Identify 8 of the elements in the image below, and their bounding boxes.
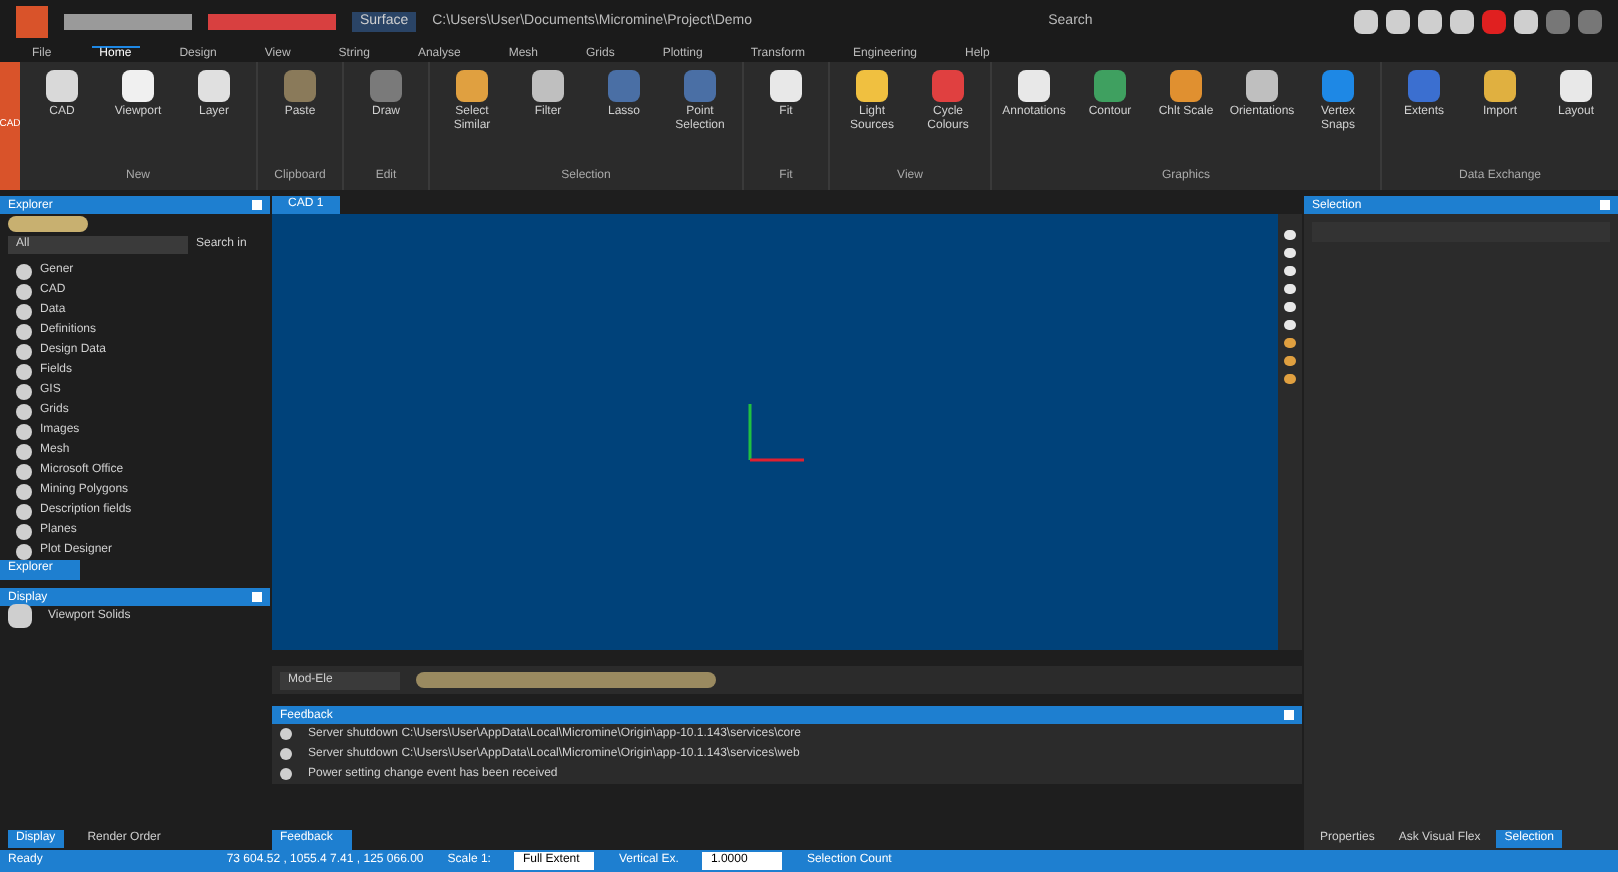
flag-icon — [1482, 10, 1506, 34]
pin-icon[interactable] — [252, 200, 262, 210]
viewport[interactable] — [272, 214, 1278, 650]
pin-icon[interactable] — [252, 592, 262, 602]
pin-icon[interactable] — [1600, 200, 1610, 210]
pin-icon[interactable] — [1284, 710, 1294, 720]
axis-gizmo-icon — [745, 400, 805, 464]
app-logo-icon — [16, 6, 48, 38]
